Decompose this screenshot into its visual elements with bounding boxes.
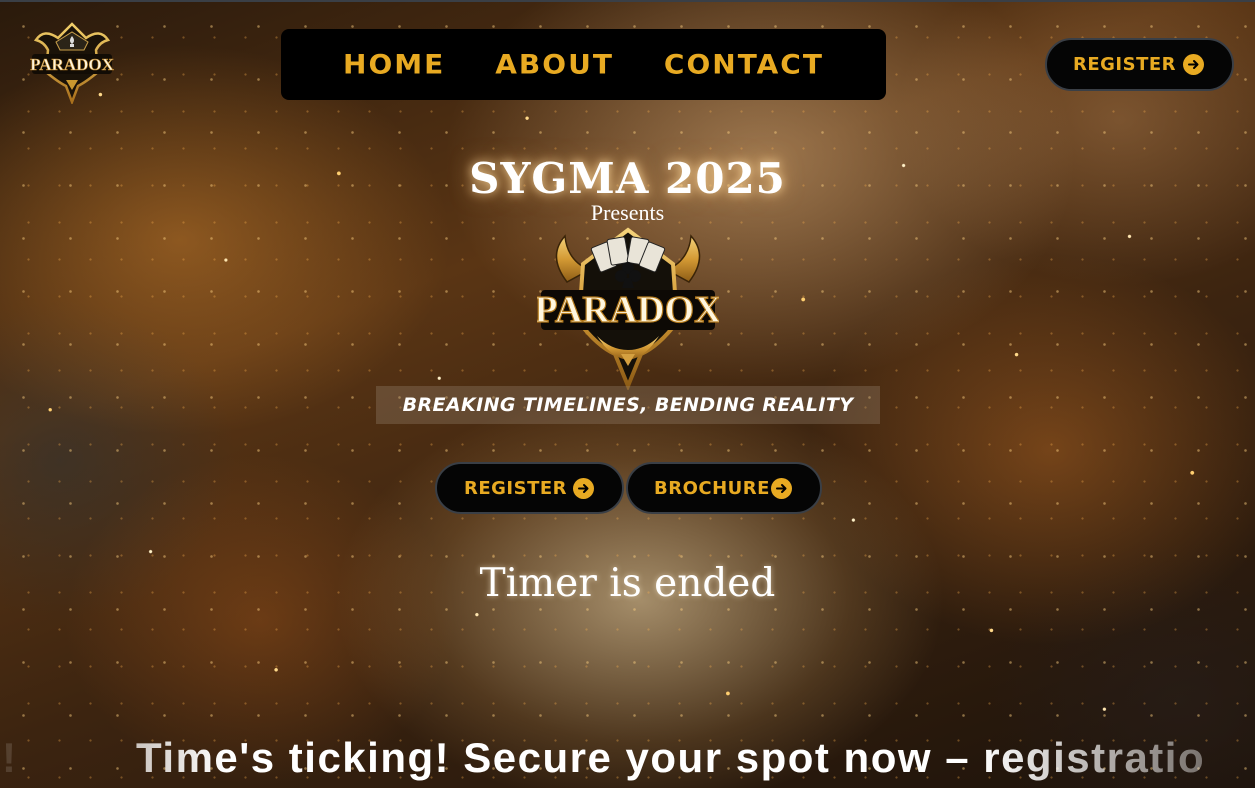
arrow-right-circle-icon xyxy=(573,477,594,499)
nav-contact-link[interactable]: CONTACT xyxy=(664,49,824,80)
nav-about-link[interactable]: ABOUT xyxy=(495,49,614,80)
hero-register-button[interactable]: REGISTER xyxy=(435,462,624,514)
hero-presents: Presents xyxy=(590,200,665,225)
countdown-timer: Timer is ended xyxy=(479,561,776,606)
hero-logo: PARADOX xyxy=(534,226,722,392)
site-logo[interactable]: PARADOX xyxy=(26,20,118,106)
arrow-right-circle-icon xyxy=(1183,54,1204,75)
marquee-tail-text: ! xyxy=(2,734,16,781)
svg-text:PARADOX: PARADOX xyxy=(537,289,719,331)
hero-brochure-button[interactable]: BROCHURE xyxy=(626,462,822,514)
hero-tagline: BREAKING TIMELINES, BENDING REALITY xyxy=(376,386,880,424)
header-register-label: REGISTER xyxy=(1073,54,1177,75)
announcement-marquee: ! Time's ticking! Secure your spot now –… xyxy=(0,734,1255,788)
nav-home-link[interactable]: HOME xyxy=(343,49,445,80)
arrow-right-circle-icon xyxy=(771,477,792,499)
svg-text:PARADOX: PARADOX xyxy=(30,55,114,74)
hero-title: SYGMA 2025 xyxy=(469,154,786,203)
hero-brochure-label: BROCHURE xyxy=(654,477,770,499)
marquee-text: Time's ticking! Secure your spot now – r… xyxy=(136,734,1206,781)
hero-register-label: REGISTER xyxy=(464,477,568,499)
header-register-button[interactable]: REGISTER xyxy=(1045,38,1234,91)
main-nav: HOME ABOUT CONTACT xyxy=(281,29,886,100)
paradox-emblem-icon: PARADOX xyxy=(534,227,722,392)
top-border xyxy=(0,0,1255,2)
page: PARADOX HOME ABOUT CONTACT REGISTER SYGM… xyxy=(0,0,1255,788)
logo-emblem-icon: PARADOX xyxy=(30,22,115,106)
